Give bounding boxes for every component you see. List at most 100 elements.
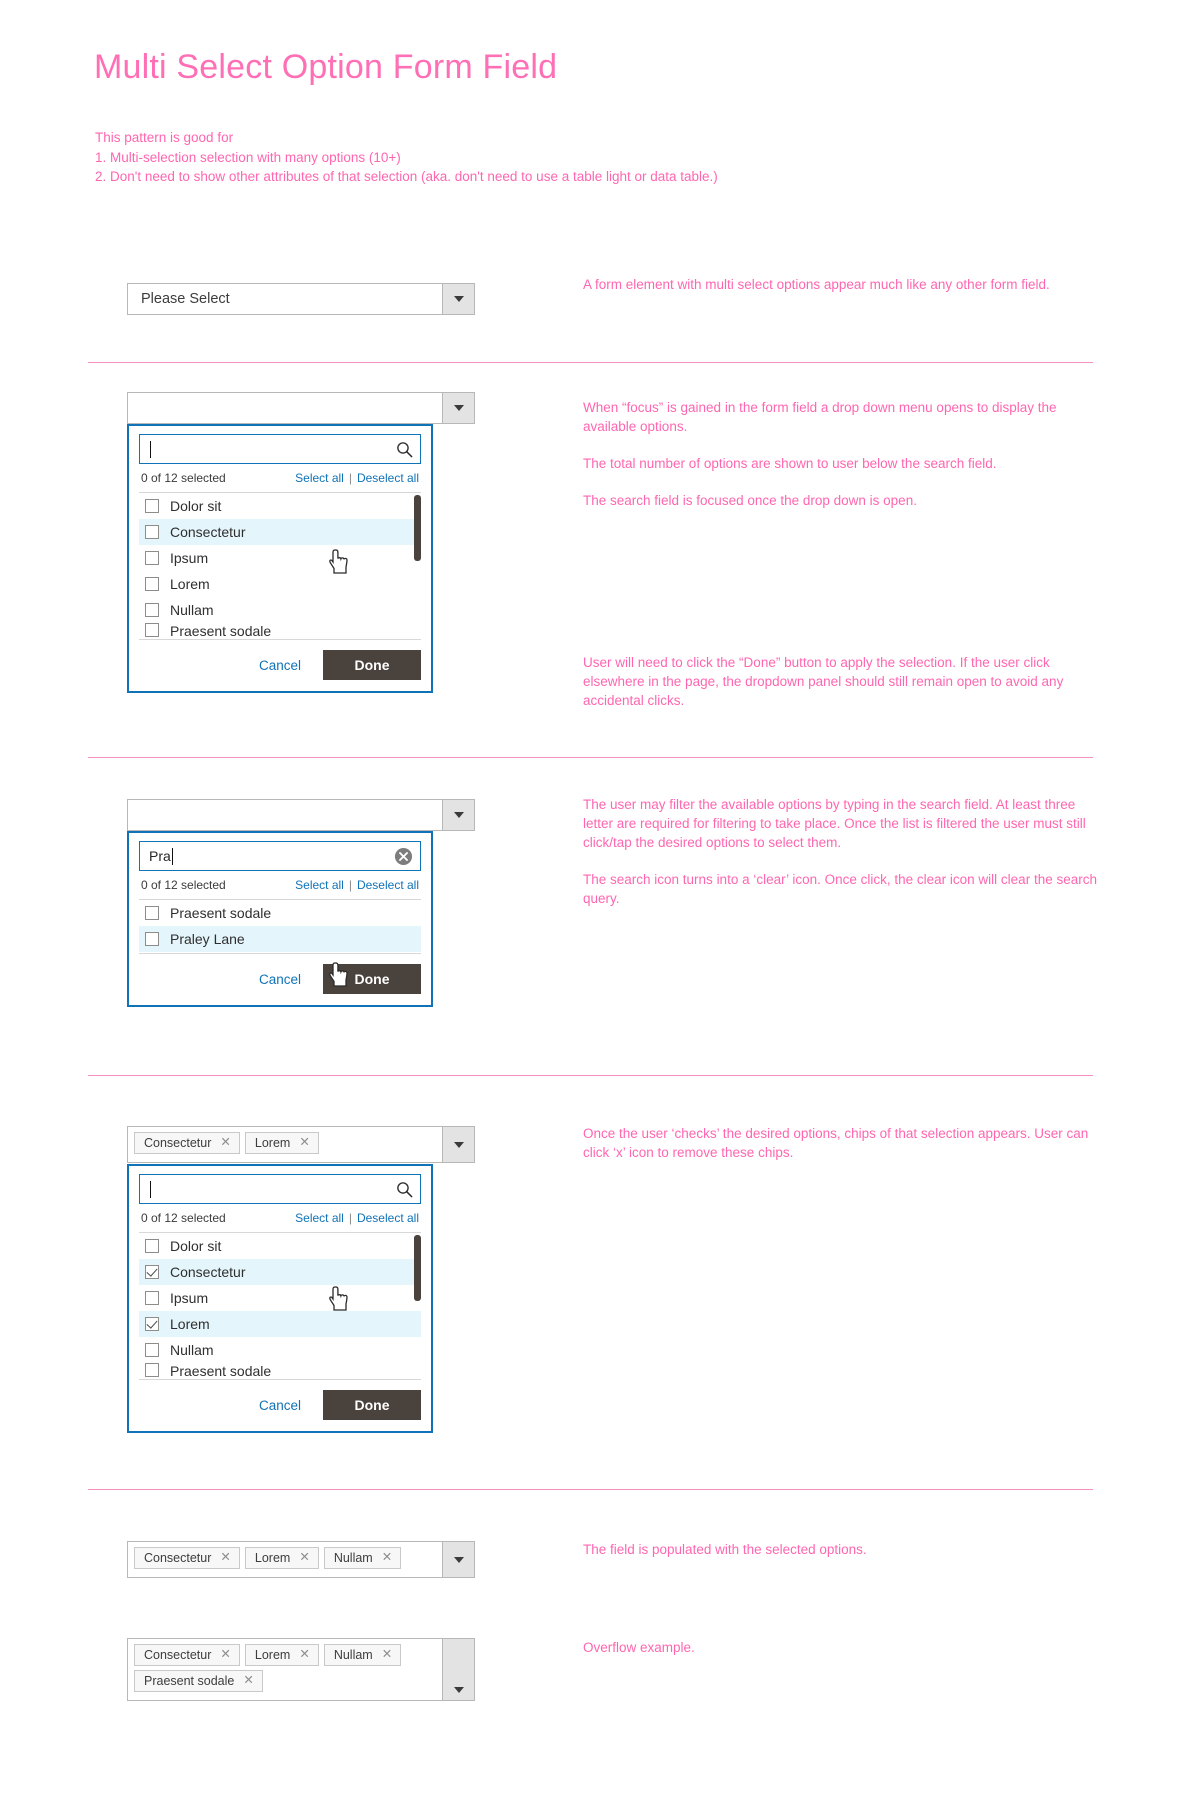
option-row[interactable]: Lorem xyxy=(139,571,421,597)
chip-remove-icon[interactable]: ✕ xyxy=(299,1551,309,1564)
checkbox-icon[interactable] xyxy=(145,603,159,617)
option-row[interactable]: Praesent sodale xyxy=(139,900,421,926)
dropdown-arrow-button[interactable] xyxy=(442,393,474,423)
select-all-link[interactable]: Select all xyxy=(295,1211,344,1225)
option-label: Ipsum xyxy=(170,1290,209,1306)
select-box[interactable]: Consectetur ✕ Lorem ✕ xyxy=(127,1126,475,1163)
select-all-link[interactable]: Select all xyxy=(295,471,344,485)
note-done-text: User will need to click the “Done” butto… xyxy=(583,655,1064,708)
chip-remove-icon[interactable]: ✕ xyxy=(299,1136,309,1149)
chip-label: Lorem xyxy=(254,1550,291,1565)
chip-remove-icon[interactable]: ✕ xyxy=(220,1136,230,1149)
dropdown-arrow-button[interactable] xyxy=(442,1542,474,1577)
select-box[interactable] xyxy=(127,392,475,424)
option-row[interactable]: Nullam xyxy=(139,1337,421,1363)
chip-remove-icon[interactable]: ✕ xyxy=(220,1648,230,1661)
option-row[interactable]: Praesent sodale xyxy=(139,1363,421,1378)
option-row[interactable]: Dolor sit xyxy=(139,1233,421,1259)
intro-line-2: 2. Don't need to show other attributes o… xyxy=(95,169,718,184)
search-icon[interactable] xyxy=(396,1181,413,1198)
overflow-select-field[interactable]: Consectetur ✕ Lorem ✕ Nullam ✕ Praesent … xyxy=(127,1638,475,1701)
option-row[interactable]: Ipsum xyxy=(139,1285,421,1311)
search-input[interactable] xyxy=(139,434,421,464)
opened-select-field[interactable] xyxy=(127,392,475,424)
search-input-value: Pra xyxy=(149,847,173,865)
dropdown-arrow-button[interactable] xyxy=(442,284,474,314)
option-row[interactable]: Lorem xyxy=(139,1311,421,1337)
option-row[interactable]: Praley Lane xyxy=(139,926,421,952)
chip-remove-icon[interactable]: ✕ xyxy=(220,1551,230,1564)
checkbox-checked-icon[interactable] xyxy=(145,1265,159,1279)
checkbox-icon[interactable] xyxy=(145,1291,159,1305)
chip[interactable]: Praesent sodale ✕ xyxy=(134,1670,263,1692)
dropdown-arrow-button[interactable] xyxy=(442,800,474,830)
select-box[interactable] xyxy=(127,799,475,831)
option-label: Dolor sit xyxy=(170,498,222,514)
select-box[interactable]: Consectetur ✕ Lorem ✕ Nullam ✕ Praesent … xyxy=(127,1638,475,1701)
dropdown-arrow-button[interactable] xyxy=(442,1127,474,1162)
chip-remove-icon[interactable]: ✕ xyxy=(382,1648,392,1661)
search-input[interactable] xyxy=(139,1174,421,1204)
option-row[interactable]: Ipsum xyxy=(139,545,421,571)
note-filtered-1: The search icon turns into a ‘clear’ ico… xyxy=(583,872,1097,906)
chip[interactable]: Lorem ✕ xyxy=(244,1132,319,1154)
dropdown-arrow-button[interactable] xyxy=(442,1639,474,1700)
checkbox-icon[interactable] xyxy=(145,1239,159,1253)
checkbox-icon[interactable] xyxy=(145,623,159,637)
checkbox-icon[interactable] xyxy=(145,525,159,539)
checkbox-icon[interactable] xyxy=(145,932,159,946)
checkbox-icon[interactable] xyxy=(145,499,159,513)
cancel-button[interactable]: Cancel xyxy=(259,972,323,987)
filtered-select-field[interactable] xyxy=(127,799,475,831)
option-row[interactable]: Praesent sodale xyxy=(139,623,421,638)
deselect-all-link[interactable]: Deselect all xyxy=(357,471,419,485)
checkbox-checked-icon[interactable] xyxy=(145,1317,159,1331)
note-opened-1: The total number of options are shown to… xyxy=(583,456,997,471)
select-box[interactable]: Consectetur ✕ Lorem ✕ Nullam ✕ xyxy=(127,1541,475,1578)
deselect-all-link[interactable]: Deselect all xyxy=(357,1211,419,1225)
chip-remove-icon[interactable]: ✕ xyxy=(243,1674,253,1687)
select-all-link[interactable]: Select all xyxy=(295,878,344,892)
checked-select-field[interactable]: Consectetur ✕ Lorem ✕ xyxy=(127,1126,475,1163)
option-row[interactable]: Nullam xyxy=(139,597,421,623)
checkbox-icon[interactable] xyxy=(145,906,159,920)
cancel-button[interactable]: Cancel xyxy=(259,1398,323,1413)
chip-label: Lorem xyxy=(254,1135,291,1150)
select-value-placeholder: Please Select xyxy=(141,291,230,307)
checkbox-icon[interactable] xyxy=(145,1343,159,1357)
chip-remove-icon[interactable]: ✕ xyxy=(299,1648,309,1661)
option-list-scrollbar[interactable] xyxy=(414,495,421,561)
closed-select-field[interactable]: Please Select xyxy=(127,283,475,315)
chip[interactable]: Nullam ✕ xyxy=(323,1644,402,1666)
option-row[interactable]: Consectetur xyxy=(139,1259,421,1285)
search-icon[interactable] xyxy=(396,441,413,458)
checkbox-icon[interactable] xyxy=(145,577,159,591)
checkbox-icon[interactable] xyxy=(145,1363,159,1377)
search-input[interactable]: Pra xyxy=(139,841,421,871)
select-box[interactable]: Please Select xyxy=(127,283,475,315)
chip[interactable]: Consectetur ✕ xyxy=(134,1547,240,1569)
chip-container: Consectetur ✕ Lorem ✕ Nullam ✕ Praesent … xyxy=(128,1639,442,1700)
selected-count-label: 0 of 12 selected xyxy=(141,1211,226,1225)
chip[interactable]: Consectetur ✕ xyxy=(134,1132,240,1154)
chip[interactable]: Lorem ✕ xyxy=(244,1547,319,1569)
chip-remove-icon[interactable]: ✕ xyxy=(382,1551,392,1564)
option-row[interactable]: Consectetur xyxy=(139,519,421,545)
clear-icon[interactable] xyxy=(394,847,413,866)
chip[interactable]: Lorem ✕ xyxy=(244,1644,319,1666)
done-button[interactable]: Done xyxy=(323,650,421,680)
chip[interactable]: Consectetur ✕ xyxy=(134,1644,240,1666)
list-bottom-rule xyxy=(139,639,421,640)
chip[interactable]: Nullam ✕ xyxy=(323,1547,402,1569)
option-row[interactable]: Dolor sit xyxy=(139,493,421,519)
done-button[interactable]: Done xyxy=(323,1390,421,1420)
checkbox-icon[interactable] xyxy=(145,551,159,565)
option-list-scrollbar[interactable] xyxy=(414,1235,421,1301)
note-populated: The field is populated with the selected… xyxy=(583,1540,1103,1559)
chip-label: Nullam xyxy=(333,1550,373,1565)
deselect-all-link[interactable]: Deselect all xyxy=(357,878,419,892)
populated-select-field[interactable]: Consectetur ✕ Lorem ✕ Nullam ✕ xyxy=(127,1541,475,1578)
cancel-button[interactable]: Cancel xyxy=(259,658,323,673)
page-title: Multi Select Option Form Field xyxy=(94,48,558,86)
note-done: User will need to click the “Done” butto… xyxy=(583,653,1103,710)
